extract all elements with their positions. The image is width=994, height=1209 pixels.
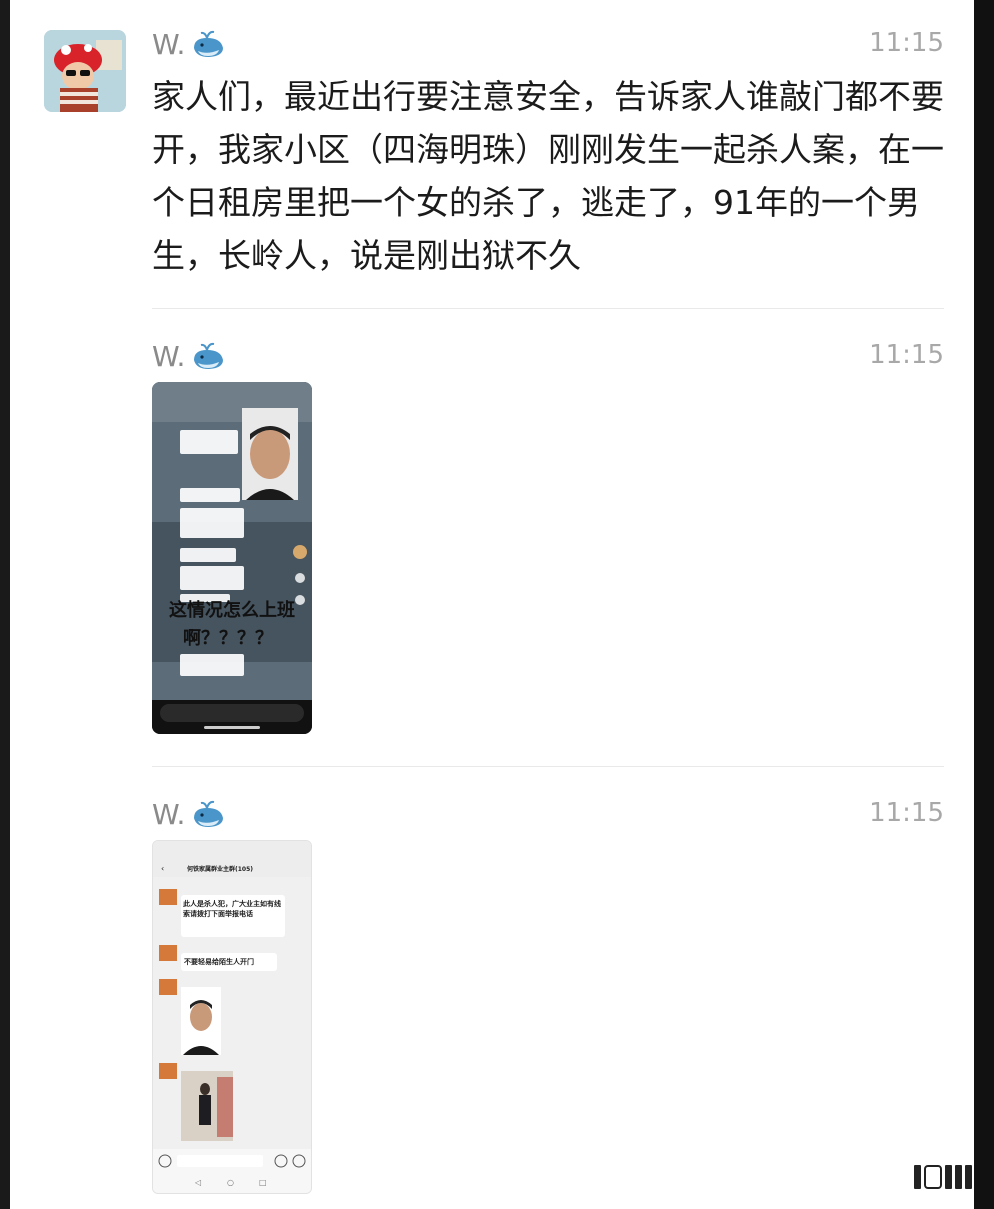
sender-name[interactable]: W. [152, 28, 227, 61]
group-chat-title: 何铁家属群业主群(105) [187, 865, 253, 873]
whale-emoji-icon [194, 342, 224, 369]
message-3: W. 11:15 [152, 798, 944, 838]
svg-text:‹: ‹ [161, 864, 164, 873]
group-chat-bubble-2: 不要轻易给陌生人开门 [184, 958, 254, 966]
avatar[interactable] [44, 30, 126, 112]
whale-emoji-icon [194, 800, 224, 827]
image-thumbnail-group-chat-screenshot[interactable]: 何铁家属群业主群(105) ‹ 此人是杀人犯，广大业主如有线索请拨打下面举报电话… [152, 840, 312, 1194]
edge-bar [974, 0, 994, 1209]
video-caption-line2: 啊？？？？ [183, 628, 273, 649]
group-chat-bubble-1: 此人是杀人犯，广大业主如有线索请拨打下面举报电话 [183, 900, 281, 918]
video-caption-line1: 这情况怎么上班 [169, 599, 295, 621]
chat-page: W. 11:15 家人们，最近出行要注意安全，告诉家人谁敲门都不要开，我家小区（… [10, 0, 974, 1209]
svg-text:○: ○ [227, 1178, 234, 1187]
sender-name[interactable]: W. [152, 340, 227, 373]
image-thumbnail-video-screenshot[interactable]: 这情况怎么上班 啊？？？？ [152, 382, 312, 734]
svg-text:◁: ◁ [194, 1178, 201, 1187]
sender-name[interactable]: W. [152, 798, 227, 831]
message-2: W. 11:15 [152, 340, 944, 380]
watermark-icon [914, 1165, 972, 1189]
divider [152, 308, 944, 309]
svg-text:□: □ [259, 1178, 267, 1187]
divider [152, 766, 944, 767]
message-time: 11:15 [869, 798, 944, 828]
message-text[interactable]: 家人们，最近出行要注意安全，告诉家人谁敲门都不要开，我家小区（四海明珠）刚刚发生… [152, 70, 944, 282]
message-time: 11:15 [869, 340, 944, 370]
whale-emoji-icon [194, 30, 224, 57]
message-time: 11:15 [869, 28, 944, 58]
message-1: W. 11:15 家人们，最近出行要注意安全，告诉家人谁敲门都不要开，我家小区（… [152, 28, 944, 282]
